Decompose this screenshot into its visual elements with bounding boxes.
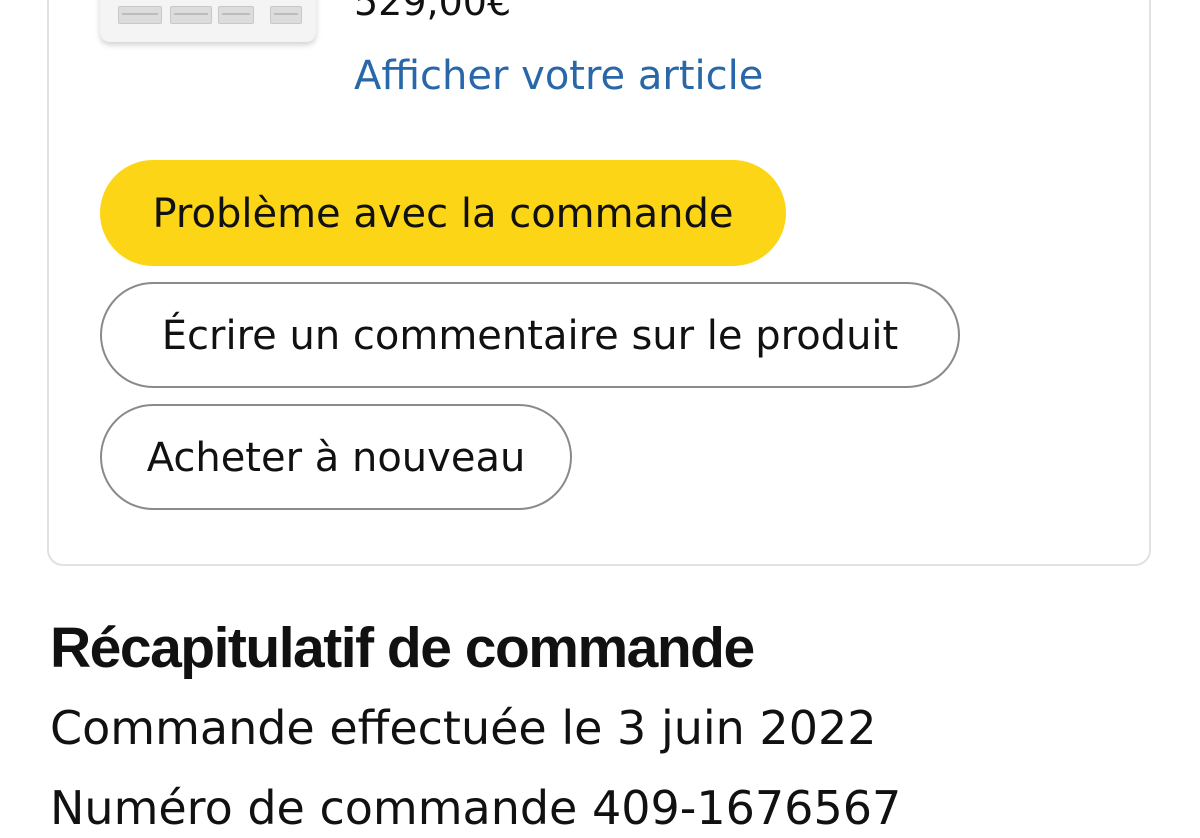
item-price: 529,00€ (354, 0, 512, 24)
product-image-part (218, 6, 254, 24)
order-summary-title: Récapitulatif de commande (50, 616, 755, 680)
view-item-link[interactable]: Afficher votre article (354, 50, 763, 102)
product-thumbnail[interactable] (100, 0, 316, 42)
product-image-part (270, 6, 302, 24)
write-review-button[interactable]: Écrire un commentaire sur le produit (100, 282, 960, 388)
product-image-part (170, 6, 212, 24)
order-problem-button[interactable]: Problème avec la commande (100, 160, 786, 266)
order-date: Commande effectuée le 3 juin 2022 (50, 701, 877, 755)
product-image-part (118, 6, 162, 24)
buy-again-button[interactable]: Acheter à nouveau (100, 404, 572, 510)
order-number: Numéro de commande 409-1676567 (50, 781, 902, 835)
